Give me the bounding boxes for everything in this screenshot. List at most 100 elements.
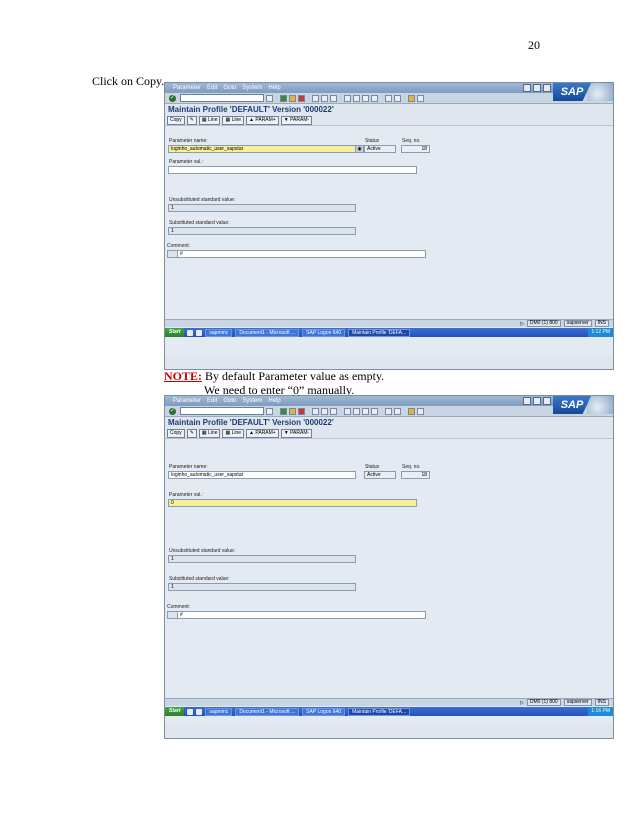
prev-page-icon[interactable] bbox=[353, 407, 360, 415]
command-field[interactable] bbox=[180, 94, 264, 102]
taskbar-item[interactable]: Maintain Profile 'DEFA... bbox=[348, 707, 411, 716]
new-session-icon[interactable] bbox=[385, 407, 392, 415]
ie-icon[interactable] bbox=[187, 708, 194, 715]
start-button[interactable]: Start bbox=[165, 707, 185, 716]
f4-help-icon[interactable]: ◉ bbox=[355, 145, 364, 153]
find-icon[interactable] bbox=[321, 407, 328, 415]
taskbar-item[interactable]: Document1 - Microsoft ... bbox=[235, 328, 300, 337]
next-page-icon[interactable] bbox=[362, 407, 369, 415]
note-label: NOTE: bbox=[164, 369, 203, 383]
minimize-icon[interactable] bbox=[523, 84, 531, 92]
menu-goto[interactable]: Goto bbox=[223, 85, 236, 91]
menu-edit[interactable]: Edit bbox=[207, 85, 217, 91]
insert-line-button[interactable]: ▦ Line bbox=[198, 115, 221, 125]
maximize-icon[interactable] bbox=[533, 397, 541, 405]
unsub-field: 1 bbox=[168, 555, 356, 563]
minimize-icon[interactable] bbox=[523, 397, 531, 405]
taskbar-item[interactable]: SAP Logon 640 bbox=[302, 328, 346, 337]
back-icon[interactable] bbox=[280, 407, 287, 415]
find-next-icon[interactable] bbox=[330, 94, 337, 102]
mode-info: INS bbox=[594, 320, 609, 327]
taskbar-item[interactable]: sapmmc bbox=[205, 707, 233, 716]
copy-button[interactable]: Copy bbox=[167, 428, 185, 438]
delete-line-label: Line bbox=[231, 116, 242, 123]
param-name-field[interactable]: loginho_automatic_user_sapstar bbox=[168, 145, 356, 153]
ie-icon[interactable] bbox=[187, 329, 194, 336]
delete-line-button[interactable]: ▦ Line bbox=[222, 428, 245, 438]
new-session-icon[interactable] bbox=[385, 94, 392, 102]
param-next-button[interactable]: ▼ PARAM- bbox=[280, 428, 313, 438]
taskbar-item[interactable]: Document1 - Microsoft ... bbox=[235, 707, 300, 716]
check-icon[interactable]: ✓ bbox=[169, 94, 176, 102]
delete-line-button[interactable]: ▦ Line bbox=[222, 115, 245, 125]
menu-parameter[interactable]: Parameter bbox=[173, 85, 201, 91]
sap-globe-icon bbox=[587, 83, 613, 101]
status-triangle-icon[interactable]: ▷ bbox=[520, 321, 524, 327]
param-name-label: Parameter name: bbox=[169, 138, 208, 144]
comment-field[interactable]: # bbox=[177, 250, 426, 258]
layout-icon[interactable] bbox=[417, 407, 424, 415]
menu-goto[interactable]: Goto bbox=[223, 398, 236, 404]
param-next-label: PARAM- bbox=[290, 116, 310, 123]
choose-icon[interactable]: ✎ bbox=[186, 115, 197, 125]
param-prev-button[interactable]: ▲ PARAM+ bbox=[246, 428, 279, 438]
layout-icon[interactable] bbox=[417, 94, 424, 102]
command-field[interactable] bbox=[180, 407, 264, 415]
taskbar-item[interactable]: sapmmc bbox=[205, 328, 233, 337]
print-icon[interactable] bbox=[312, 94, 319, 102]
param-val-field[interactable] bbox=[168, 166, 417, 174]
cancel-icon[interactable] bbox=[298, 94, 305, 102]
application-toolbar: Copy ✎ ▦ Line ▦ Line ▲ PARAM+ ▼ PARAM- bbox=[165, 428, 613, 439]
save-icon[interactable] bbox=[266, 94, 273, 102]
close-icon[interactable] bbox=[543, 84, 551, 92]
menu-parameter[interactable]: Parameter bbox=[173, 398, 201, 404]
help-icon[interactable] bbox=[408, 407, 415, 415]
note-line-1: NOTE: By default Parameter value as empt… bbox=[164, 369, 384, 383]
cancel-icon[interactable] bbox=[298, 407, 305, 415]
shortcut-icon[interactable] bbox=[394, 407, 401, 415]
first-page-icon[interactable] bbox=[344, 407, 351, 415]
work-area: Parameter name: loginho_automatic_user_s… bbox=[165, 439, 613, 724]
status-triangle-icon[interactable]: ▷ bbox=[520, 700, 524, 706]
screen-title: Maintain Profile 'DEFAULT' Version '0000… bbox=[165, 417, 613, 428]
sub-field: 1 bbox=[168, 227, 356, 235]
page-number: 20 bbox=[528, 38, 540, 52]
menu-system[interactable]: System bbox=[242, 398, 262, 404]
param-name-label: Parameter name: bbox=[169, 464, 208, 470]
close-icon[interactable] bbox=[543, 397, 551, 405]
check-icon[interactable]: ✓ bbox=[169, 407, 176, 415]
find-next-icon[interactable] bbox=[330, 407, 337, 415]
menu-edit[interactable]: Edit bbox=[207, 398, 217, 404]
back-icon[interactable] bbox=[280, 94, 287, 102]
save-icon[interactable] bbox=[266, 407, 273, 415]
copy-button[interactable]: Copy bbox=[167, 115, 185, 125]
print-icon[interactable] bbox=[312, 407, 319, 415]
menu-help[interactable]: Help bbox=[268, 398, 280, 404]
param-name-field[interactable]: loginho_automatic_user_sapstar bbox=[168, 471, 356, 479]
exit-icon[interactable] bbox=[289, 94, 296, 102]
param-prev-button[interactable]: ▲ PARAM+ bbox=[246, 115, 279, 125]
menu-system[interactable]: System bbox=[242, 85, 262, 91]
menu-help[interactable]: Help bbox=[268, 85, 280, 91]
comment-field[interactable]: # bbox=[177, 611, 426, 619]
prev-page-icon[interactable] bbox=[353, 94, 360, 102]
taskbar-item[interactable]: Maintain Profile 'DEFA... bbox=[348, 328, 411, 337]
desktop-icon[interactable] bbox=[196, 708, 203, 715]
find-icon[interactable] bbox=[321, 94, 328, 102]
last-page-icon[interactable] bbox=[371, 94, 378, 102]
param-next-button[interactable]: ▼ PARAM- bbox=[280, 115, 313, 125]
choose-icon[interactable]: ✎ bbox=[186, 428, 197, 438]
shortcut-icon[interactable] bbox=[394, 94, 401, 102]
help-icon[interactable] bbox=[408, 94, 415, 102]
last-page-icon[interactable] bbox=[371, 407, 378, 415]
exit-icon[interactable] bbox=[289, 407, 296, 415]
maximize-icon[interactable] bbox=[533, 84, 541, 92]
next-page-icon[interactable] bbox=[362, 94, 369, 102]
desktop-icon[interactable] bbox=[196, 329, 203, 336]
start-button[interactable]: Start bbox=[165, 328, 185, 337]
first-page-icon[interactable] bbox=[344, 94, 351, 102]
taskbar-item[interactable]: SAP Logon 640 bbox=[302, 707, 346, 716]
insert-line-button[interactable]: ▦ Line bbox=[198, 428, 221, 438]
seq-field: 18 bbox=[401, 145, 430, 153]
param-val-field[interactable]: 0 bbox=[168, 499, 417, 507]
